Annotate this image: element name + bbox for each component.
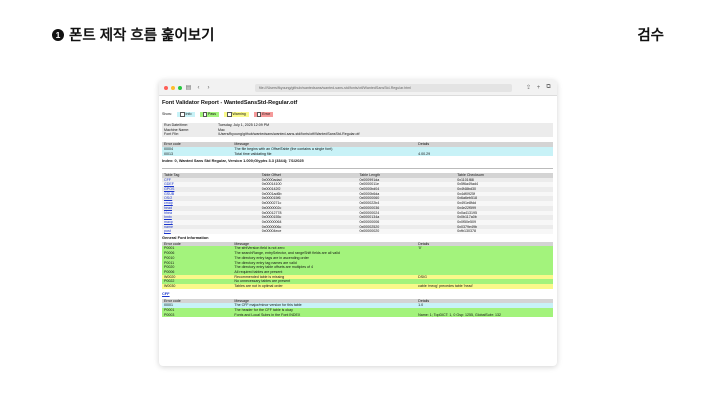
table-row: P0003 Fonts and Local Subrs in the Font I… <box>162 312 553 318</box>
table-cell: Fonts and Local Subrs in the Font INDEX <box>232 312 417 318</box>
run-info-table: Run Date/time: Tuesday, July 1, 2025 12:0… <box>162 123 553 138</box>
cff-table: Error code Message Details I0001 The CFF … <box>162 298 553 318</box>
browser-window: ▤ ‹ › file:///Users/fkyoung/github/wante… <box>159 80 557 366</box>
divider <box>162 167 553 169</box>
summary-table: Error code Message Details I0004 The file… <box>162 142 553 157</box>
general-info-heading: General Font Information <box>162 235 209 241</box>
address-bar[interactable]: file:///Users/fkyoung/github/wantedsans/… <box>255 83 512 92</box>
filter-error[interactable]: Error <box>253 112 274 117</box>
checkbox-icon[interactable] <box>180 112 185 117</box>
table-cell: Tables are not in optimal order <box>232 284 417 289</box>
show-filters: Show: Info Pass Warning Error <box>162 112 553 117</box>
forward-icon[interactable]: › <box>205 85 212 91</box>
checkbox-icon[interactable] <box>202 112 207 117</box>
table-row: W0030 Tables are not in optimal order cabl… <box>162 284 553 289</box>
step-number-badge: 1 <box>52 28 64 41</box>
checkbox-icon[interactable] <box>256 112 262 117</box>
report-content: Font Validator Report - WantedSansStd-Re… <box>159 96 557 318</box>
slide-heading: 폰트 제작 흐름 훑어보기 <box>69 28 215 44</box>
section-label: 검수 <box>637 28 664 44</box>
table-directory: Table Tag Table Offset Table Length Tabl… <box>162 172 553 235</box>
show-label: Show: <box>162 112 172 117</box>
filter-warning[interactable]: Warning <box>224 112 249 117</box>
table-row: I0013 Total time validating file 4.00.29 <box>162 151 553 157</box>
back-icon[interactable]: ‹ <box>195 85 202 91</box>
table-row: post 0x00004ece 0x00000020 0xfb130378 <box>162 229 553 235</box>
filter-info[interactable]: Info <box>177 112 195 117</box>
share-icon[interactable]: ⇪ <box>525 84 532 91</box>
tabs-icon[interactable]: ⧉ <box>545 84 552 91</box>
table-cell: Name: 1; TopDICT: 1, 0 Gsp: 1255, Global… <box>416 312 553 318</box>
table-cell: W0030 <box>162 284 233 289</box>
filter-pass[interactable]: Pass <box>199 112 219 117</box>
sidebar-icon[interactable]: ▤ <box>185 84 192 91</box>
zoom-window-dot[interactable] <box>178 85 182 90</box>
general-info-table: Error code Message Details P0001 The sfnt… <box>162 241 553 289</box>
slide-title: 1 폰트 제작 흐름 훑어보기 <box>52 24 215 45</box>
cff-section-heading: CFF <box>162 291 553 297</box>
minimize-window-dot[interactable] <box>171 85 175 90</box>
close-window-dot[interactable] <box>164 85 168 90</box>
checkbox-icon[interactable] <box>227 112 232 117</box>
table-tag-link[interactable]: post <box>162 229 260 235</box>
font-index-heading: Index: 0, Wanted Sans Std Regular, Versi… <box>162 158 304 164</box>
table-cell: 0x00000020 <box>357 229 456 235</box>
cff-link[interactable]: CFF <box>162 291 170 296</box>
table-cell: cable 'meog' precedes table 'head' <box>416 284 553 289</box>
table-cell: P0003 <box>162 312 233 318</box>
browser-toolbar: ▤ ‹ › file:///Users/fkyoung/github/wante… <box>159 80 557 96</box>
report-title: Font Validator Report - WantedSansStd-Re… <box>162 100 298 106</box>
table-cell: 0x00004ece <box>259 229 358 235</box>
table-cell: 0xfb130378 <box>455 229 553 235</box>
new-tab-icon[interactable]: + <box>535 85 542 91</box>
